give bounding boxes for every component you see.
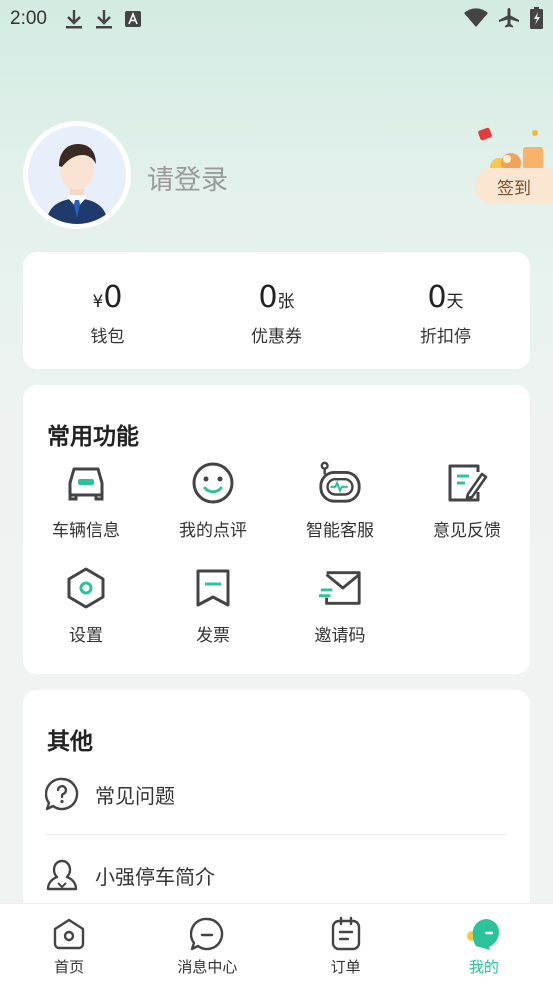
others-title: 其他 — [47, 729, 93, 755]
tab-orders[interactable]: 订单 — [277, 904, 415, 983]
avatar[interactable] — [23, 121, 131, 229]
user-avatar-icon — [28, 126, 126, 224]
discount-unit: 天 — [446, 292, 464, 312]
discount-value-line: 0天 — [427, 280, 463, 320]
func-feedback[interactable]: 意见反馈 — [404, 460, 530, 541]
tab-bar: 首页 消息中心 订单 我的 — [0, 903, 553, 983]
status-bar: 2:00 — [0, 0, 553, 38]
coupon-value: 0 — [258, 280, 278, 315]
coupon-unit: 张 — [277, 292, 295, 312]
func-label: 设置 — [69, 626, 103, 646]
func-label: 意见反馈 — [433, 521, 501, 541]
mail-icon — [318, 571, 361, 605]
list-item-label: 常见问题 — [95, 783, 175, 808]
coupon-value-line: 0张 — [258, 280, 294, 320]
car-icon — [68, 467, 104, 501]
tab-messages[interactable]: 消息中心 — [138, 904, 276, 983]
download-icon — [65, 10, 82, 29]
signin-button[interactable]: 签到 — [471, 125, 553, 205]
download-icon — [95, 10, 112, 29]
tab-label: 我的 — [468, 958, 499, 976]
wallet-label: 钱包 — [90, 327, 125, 347]
func-label: 智能客服 — [306, 521, 374, 541]
message-icon — [190, 917, 224, 951]
func-label: 车辆信息 — [52, 521, 120, 541]
functions-title: 常用功能 — [47, 424, 139, 450]
func-label: 发票 — [196, 626, 230, 646]
battery-icon — [530, 7, 543, 29]
func-smart-service[interactable]: 智能客服 — [277, 460, 403, 541]
others-card: 其他 常见问题 小强停车简介 — [23, 690, 530, 930]
func-my-reviews[interactable]: 我的点评 — [150, 460, 276, 541]
func-label: 邀请码 — [314, 626, 366, 646]
list-item-about[interactable]: 小强停车简介 — [45, 845, 507, 905]
tab-mine[interactable]: 我的 — [415, 904, 553, 983]
invoice-icon — [196, 569, 230, 607]
font-icon — [124, 11, 141, 27]
login-prompt[interactable]: 请登录 — [147, 158, 228, 197]
func-settings[interactable]: 设置 — [23, 565, 149, 646]
home-icon — [53, 918, 85, 950]
airplane-icon — [499, 8, 519, 28]
tab-home[interactable]: 首页 — [0, 904, 138, 983]
robot-icon — [319, 461, 361, 503]
discount-value: 0 — [427, 280, 447, 315]
tab-label: 订单 — [330, 958, 361, 976]
signin-label: 签到 — [475, 168, 553, 204]
settings-icon — [67, 567, 105, 609]
status-time: 2:00 — [10, 8, 47, 29]
smile-icon — [192, 462, 234, 504]
functions-card: 常用功能 车辆信息 我的点评 智能客服 意见反馈 设置 发票 邀请码 — [23, 385, 530, 674]
func-invoice[interactable]: 发票 — [150, 565, 276, 646]
wallet-value: 0 — [103, 280, 123, 315]
order-icon — [331, 916, 360, 951]
coupon-stat[interactable]: 0张 优惠券 — [192, 252, 361, 369]
person-icon — [46, 859, 78, 891]
tab-label: 消息中心 — [177, 958, 238, 976]
list-item-faq[interactable]: 常见问题 — [45, 764, 507, 824]
wallet-stat[interactable]: ¥0 钱包 — [23, 252, 192, 369]
coupon-label: 优惠券 — [251, 327, 302, 347]
stats-card: ¥0 钱包 0张 优惠券 0天 折扣停 — [23, 252, 530, 369]
list-item-label: 小强停车简介 — [95, 864, 215, 889]
wallet-currency: ¥ — [92, 292, 104, 312]
func-vehicle-info[interactable]: 车辆信息 — [23, 460, 149, 541]
tab-label: 首页 — [54, 958, 85, 976]
question-icon — [45, 777, 79, 811]
mine-icon — [466, 919, 499, 950]
func-invite-code[interactable]: 邀请码 — [277, 565, 403, 646]
wifi-icon — [464, 8, 488, 27]
discount-parking-stat[interactable]: 0天 折扣停 — [361, 252, 530, 369]
discount-label: 折扣停 — [420, 327, 471, 347]
feedback-icon — [448, 464, 488, 502]
func-label: 我的点评 — [179, 521, 247, 541]
divider — [45, 834, 507, 835]
wallet-value-line: ¥0 — [93, 280, 123, 320]
